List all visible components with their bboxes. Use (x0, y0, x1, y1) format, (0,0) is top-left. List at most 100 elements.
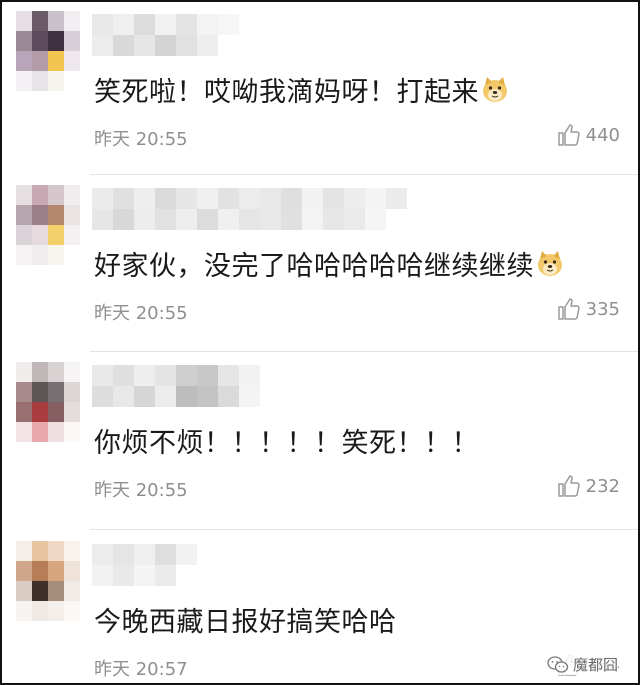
avatar[interactable] (16, 11, 80, 91)
avatar-pixel (48, 245, 64, 265)
avatar-pixel (48, 581, 64, 601)
doge-icon (483, 76, 507, 102)
avatar-pixel (16, 362, 32, 382)
username-pixel (92, 188, 113, 209)
username-pixel (155, 565, 176, 586)
username-pixel (176, 14, 197, 35)
username-pixel (323, 209, 344, 230)
timestamp: 昨天 20:55 (94, 480, 188, 501)
avatar-pixel (32, 362, 48, 382)
avatar-pixel (16, 422, 32, 442)
like-count: 440 (585, 124, 620, 146)
username-pixel (386, 188, 407, 209)
username-pixel (134, 544, 155, 565)
avatar[interactable] (16, 185, 80, 265)
like-button[interactable]: 335 (557, 297, 620, 321)
avatar-pixel (16, 601, 32, 621)
avatar-pixel (64, 71, 80, 91)
username-pixel (113, 188, 134, 209)
avatar-pixel (64, 601, 80, 621)
username-pixel (113, 544, 134, 565)
username-pixel (134, 365, 155, 386)
avatar-pixel (32, 11, 48, 31)
username-pixel (134, 188, 155, 209)
username-pixel (155, 544, 176, 565)
avatar-pixel (48, 601, 64, 621)
username-pixel (134, 14, 155, 35)
like-button[interactable]: 440 (557, 123, 620, 147)
comment-list: 笑死啦！哎呦我滴妈呀！打起来 昨天 20:55 440 好家伙，没完了哈哈哈哈哈… (0, 0, 640, 685)
comment-text: 好家伙，没完了哈哈哈哈哈继续继续 (94, 244, 564, 283)
avatar-pixel (16, 382, 32, 402)
avatar-pixel (16, 205, 32, 225)
avatar-pixel (16, 581, 32, 601)
username-blurred[interactable] (92, 544, 260, 586)
avatar-pixel (16, 185, 32, 205)
avatar-pixel (32, 541, 48, 561)
username-pixel (176, 209, 197, 230)
wechat-icon (547, 655, 569, 673)
username-pixel (176, 386, 197, 407)
avatar-pixel (48, 362, 64, 382)
avatar-pixel (64, 185, 80, 205)
username-pixel (239, 565, 260, 586)
avatar[interactable] (16, 362, 80, 442)
username-pixel (197, 209, 218, 230)
username-pixel (197, 386, 218, 407)
username-pixel (92, 209, 113, 230)
username-pixel (155, 365, 176, 386)
avatar-pixel (64, 561, 80, 581)
username-pixel (176, 565, 197, 586)
avatar-pixel (32, 561, 48, 581)
avatar-pixel (48, 185, 64, 205)
username-pixel (218, 365, 239, 386)
avatar-pixel (32, 581, 48, 601)
username-pixel (260, 209, 281, 230)
avatar-pixel (64, 245, 80, 265)
avatar[interactable] (16, 541, 80, 621)
username-pixel (239, 188, 260, 209)
avatar-pixel (16, 71, 32, 91)
username-pixel (155, 209, 176, 230)
username-pixel (239, 386, 260, 407)
username-pixel (218, 188, 239, 209)
username-blurred[interactable] (92, 188, 407, 230)
username-pixel (365, 188, 386, 209)
avatar-pixel (32, 225, 48, 245)
avatar-pixel (48, 205, 64, 225)
avatar-pixel (64, 581, 80, 601)
username-blurred[interactable] (92, 365, 260, 407)
username-pixel (134, 35, 155, 56)
username-pixel (218, 386, 239, 407)
avatar-pixel (48, 402, 64, 422)
timestamp: 昨天 20:57 (94, 659, 188, 680)
username-pixel (113, 209, 134, 230)
avatar-pixel (48, 51, 64, 71)
comment-text-content: 笑死啦！哎呦我滴妈呀！打起来 (94, 77, 479, 108)
username-blurred[interactable] (92, 14, 260, 56)
username-pixel (92, 544, 113, 565)
username-pixel (302, 209, 323, 230)
timestamp: 昨天 20:55 (94, 129, 188, 150)
avatar-pixel (16, 225, 32, 245)
username-pixel (197, 14, 218, 35)
avatar-pixel (32, 185, 48, 205)
avatar-pixel (16, 31, 32, 51)
username-pixel (260, 188, 281, 209)
comment-text-content: 你烦不烦！！！！！笑死！！！ (94, 428, 479, 459)
username-pixel (239, 544, 260, 565)
username-pixel (92, 35, 113, 56)
username-pixel (134, 386, 155, 407)
divider (90, 529, 638, 530)
username-pixel (302, 188, 323, 209)
like-button[interactable]: 232 (557, 474, 620, 498)
username-pixel (197, 544, 218, 565)
avatar-pixel (64, 51, 80, 71)
username-pixel (176, 365, 197, 386)
comment-text: 你烦不烦！！！！！笑死！！！ (94, 421, 479, 460)
username-pixel (197, 365, 218, 386)
avatar-pixel (32, 51, 48, 71)
avatar-pixel (48, 71, 64, 91)
avatar-pixel (16, 561, 32, 581)
avatar-pixel (32, 601, 48, 621)
